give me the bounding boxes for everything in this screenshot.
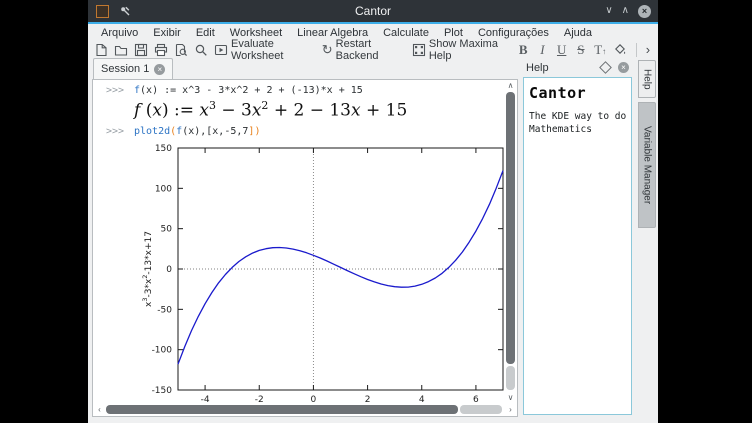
bold-button[interactable]: B: [517, 42, 530, 58]
help-panel: Help × Cantor The KDE way to do Mathemat…: [521, 58, 634, 417]
window-title: Cantor: [88, 4, 658, 18]
menu-edit[interactable]: Edit: [196, 27, 215, 39]
prompt-1: >>>: [106, 85, 124, 96]
scroll-left-icon[interactable]: ‹: [93, 403, 106, 416]
svg-text:50: 50: [161, 225, 173, 235]
toolbar-separator: [636, 43, 637, 57]
close-button[interactable]: ×: [638, 5, 651, 18]
scroll-up-icon[interactable]: ∧: [504, 80, 517, 92]
side-tab-variable-manager[interactable]: Variable Manager: [638, 102, 656, 228]
command-entry-2[interactable]: plot2d(f(x),[x,-5,7]): [134, 126, 260, 137]
help-panel-content: Cantor The KDE way to do Mathematics: [523, 77, 632, 415]
vertical-scrollbar[interactable]: ∧ ∨: [504, 80, 517, 404]
strikethrough-button[interactable]: S: [574, 42, 587, 58]
menu-exibir[interactable]: Exibir: [153, 27, 181, 39]
svg-text:-100: -100: [152, 346, 173, 356]
horizontal-scrollbar[interactable]: ‹ ›: [93, 403, 517, 416]
restart-icon: ↻: [322, 42, 333, 58]
plot-output-image: x3-3*x2-13*x+17 -4-20246-150-100-5005010…: [128, 140, 513, 406]
svg-text:0: 0: [166, 265, 172, 275]
side-tab-strip: Help Variable Manager: [636, 58, 658, 423]
cantor-window: Cantor ∨ ∧ × ArquivoExibirEditWorksheetL…: [88, 0, 658, 423]
new-document-icon: [94, 43, 108, 57]
print-icon: [154, 43, 168, 57]
open-folder-icon: [114, 43, 128, 57]
scroll-right-icon[interactable]: ›: [504, 403, 517, 416]
maximize-button[interactable]: ∧: [622, 6, 629, 16]
italic-button[interactable]: I: [536, 42, 549, 58]
horizontal-scrollbar-thumb[interactable]: [106, 405, 458, 414]
side-tab-help[interactable]: Help: [638, 60, 656, 98]
minimize-button[interactable]: ∨: [605, 6, 612, 16]
titlebar: Cantor ∨ ∧ ×: [88, 0, 658, 22]
open-folder-button[interactable]: [114, 43, 128, 57]
print-button[interactable]: [154, 43, 168, 57]
new-document-button[interactable]: [94, 43, 108, 57]
svg-text:-50: -50: [157, 305, 172, 315]
svg-text:150: 150: [155, 144, 172, 154]
vertical-scrollbar-thumb[interactable]: [506, 92, 515, 364]
toolbar-overflow-button[interactable]: ›: [646, 42, 650, 57]
search-button[interactable]: [194, 43, 208, 57]
worksheet-tabbar: Session 1 ×: [92, 58, 518, 80]
prompt-2: >>>: [106, 126, 124, 137]
menu-arquivo[interactable]: Arquivo: [101, 27, 138, 39]
help-heading: Cantor: [529, 84, 626, 102]
run-icon: [214, 43, 228, 57]
save-button[interactable]: [134, 43, 148, 57]
toolbar: Evaluate Worksheet↻Restart BackendShow M…: [88, 41, 658, 58]
help-panel-close-icon[interactable]: ×: [618, 62, 629, 73]
help-panel-title: Help: [526, 62, 549, 74]
maxima-help-icon: [412, 43, 426, 57]
command-entry-1[interactable]: f(x) := x^3 - 3*x^2 + 2 + (-13)*x + 15: [134, 85, 363, 96]
plot-y-axis-label: x3-3*x2-13*x+17: [141, 209, 153, 329]
tab-session-1[interactable]: Session 1 ×: [93, 58, 173, 79]
document-preview-button[interactable]: [174, 43, 188, 57]
underline-button[interactable]: U: [555, 42, 568, 58]
fill-color-button[interactable]: [613, 43, 627, 57]
svg-text:-150: -150: [152, 386, 173, 396]
menu-ajuda[interactable]: Ajuda: [564, 27, 592, 39]
save-icon: [134, 43, 148, 57]
help-panel-header: Help ×: [521, 58, 634, 77]
float-panel-icon[interactable]: [599, 61, 612, 74]
horizontal-scrollbar-track[interactable]: [460, 405, 502, 414]
svg-text:100: 100: [155, 184, 172, 194]
vertical-scrollbar-track[interactable]: [506, 366, 515, 390]
tab-session-1-label: Session 1: [101, 63, 149, 75]
document-preview-icon: [174, 43, 188, 57]
help-body: The KDE way to do Mathematics: [529, 111, 629, 137]
fill-color-icon: [613, 43, 627, 57]
worksheet: >>> f(x) := x^3 - 3*x^2 + 2 + (-13)*x + …: [92, 79, 518, 417]
search-icon: [194, 43, 208, 57]
plot-canvas: -4-20246-150-100-50050100150: [128, 140, 513, 406]
font-size-up-button[interactable]: T↑: [594, 42, 607, 58]
rendered-formula: f (x) := x3 − 3x2 + 2 − 13x + 15: [134, 99, 407, 121]
tab-close-icon[interactable]: ×: [154, 64, 165, 75]
